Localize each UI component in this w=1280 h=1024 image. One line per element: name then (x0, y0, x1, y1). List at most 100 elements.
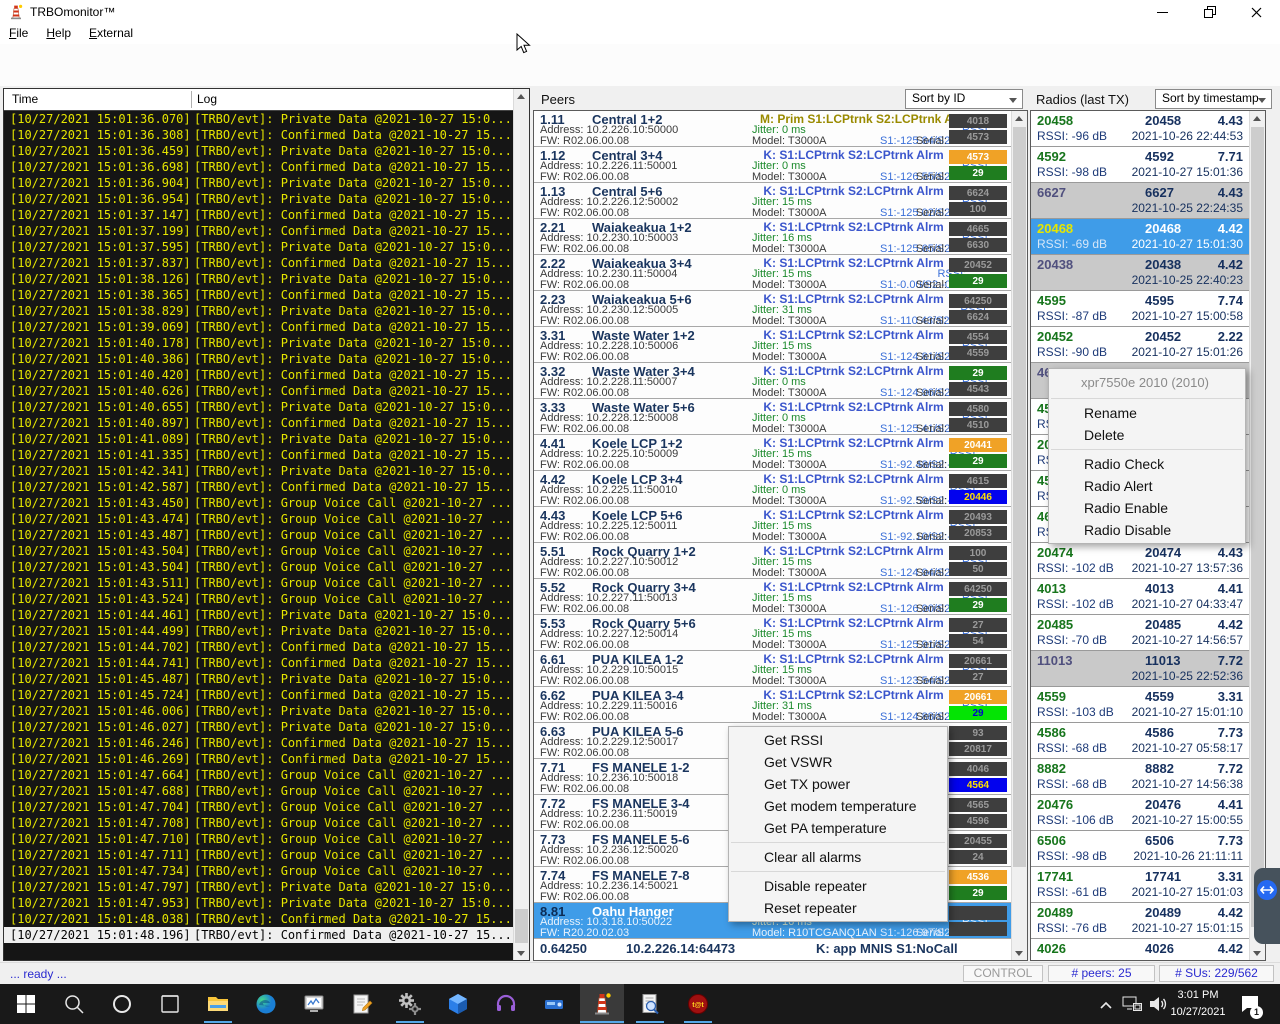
log-row[interactable]: [10/27/2021 15:01:38.829][TRBO/evt]: Pri… (4, 303, 514, 319)
cortana-icon[interactable] (110, 992, 134, 1016)
log-scroll-thumb[interactable] (515, 909, 528, 943)
menu-item-get-vswr[interactable]: Get VSWR (729, 751, 947, 773)
scroll-up-arrow[interactable] (514, 89, 529, 104)
search-icon[interactable] (62, 992, 86, 1016)
peer-row[interactable]: 4.42Koele LCP 3+4K: S1:LCPtrnk S2:LCPtrn… (534, 471, 1027, 507)
radio-row[interactable]: 20452204522.22RSSI: -90 dB2021-10-27 15:… (1031, 327, 1265, 363)
radio-row[interactable]: 402640264.42 (1031, 939, 1265, 961)
menu-help[interactable]: Help (37, 24, 80, 42)
menu-item-disable-repeater[interactable]: Disable repeater (729, 875, 947, 897)
radio-row[interactable]: 888288827.72RSSI: -68 dB2021-10-27 14:56… (1031, 759, 1265, 795)
menu-item-radio-enable[interactable]: Radio Enable (1049, 497, 1245, 519)
radio-tool-icon[interactable] (542, 992, 566, 1016)
log-row[interactable]: [10/27/2021 15:01:36.904][TRBO/evt]: Pri… (4, 175, 514, 191)
tray-clock[interactable]: 3:01 PM 10/27/2021 (1166, 987, 1230, 1021)
menu-item-get-pa-temperature[interactable]: Get PA temperature (729, 817, 947, 839)
peer-row[interactable]: 1.12Central 3+4K: S1:LCPtrnk S2:LCPtrnk … (534, 147, 1027, 183)
peer-row[interactable]: 2.21Waiakeakua 1+2K: S1:LCPtrnk S2:LCPtr… (534, 219, 1027, 255)
remote-control-icon[interactable] (1257, 880, 1277, 900)
radio-row[interactable]: 20458204584.43RSSI: -96 dB2021-10-26 22:… (1031, 111, 1265, 147)
peer-row[interactable]: 3.32Waste Water 3+4K: S1:LCPtrnk S2:LCPt… (534, 363, 1027, 399)
menu-item-radio-disable[interactable]: Radio Disable (1049, 519, 1245, 541)
peer-row[interactable]: 4.41Koele LCP 1+2K: S1:LCPtrnk S2:LCPtrn… (534, 435, 1027, 471)
log-row[interactable]: [10/27/2021 15:01:36.308][TRBO/evt]: Con… (4, 127, 514, 143)
log-row[interactable]: [10/27/2021 15:01:39.069][TRBO/evt]: Con… (4, 319, 514, 335)
task-view-icon[interactable] (158, 992, 182, 1016)
close-button[interactable] (1238, 0, 1274, 24)
log-column-divider[interactable] (191, 91, 192, 108)
radio-row[interactable]: 458645867.73RSSI: -68 dB2021-10-27 05:58… (1031, 723, 1265, 759)
menu-item-clear-all-alarms[interactable]: Clear all alarms (729, 846, 947, 868)
log-row[interactable]: [10/27/2021 15:01:42.587][TRBO/evt]: Con… (4, 479, 514, 495)
file-explorer-icon[interactable] (206, 992, 230, 1016)
log-row[interactable]: [10/27/2021 15:01:46.269][TRBO/evt]: Con… (4, 751, 514, 767)
log-row[interactable]: [10/27/2021 15:01:47.953][TRBO/evt]: Pri… (4, 895, 514, 911)
log-row[interactable]: [10/27/2021 15:01:44.499][TRBO/evt]: Pri… (4, 623, 514, 639)
radio-row[interactable]: 455945593.31RSSI: -103 dB2021-10-27 15:0… (1031, 687, 1265, 723)
scroll-down-arrow[interactable] (514, 945, 529, 960)
menu-item-radio-check[interactable]: Radio Check (1049, 453, 1245, 475)
menu-item-rename[interactable]: Rename (1049, 402, 1245, 424)
edge-icon[interactable] (254, 992, 278, 1016)
log-row[interactable]: [10/27/2021 15:01:41.335][TRBO/evt]: Con… (4, 447, 514, 463)
log-row[interactable]: [10/27/2021 15:01:48.038][TRBO/evt]: Con… (4, 911, 514, 927)
menu-item-get-modem-temperature[interactable]: Get modem temperature (729, 795, 947, 817)
headset-app-icon[interactable] (494, 992, 518, 1016)
peers-scroll-thumb[interactable] (1013, 127, 1026, 867)
log-row[interactable]: [10/27/2021 15:01:38.365][TRBO/evt]: Con… (4, 287, 514, 303)
log-row[interactable]: [10/27/2021 15:01:37.837][TRBO/evt]: Con… (4, 255, 514, 271)
log-row[interactable]: [10/27/2021 15:01:36.698][TRBO/evt]: Con… (4, 159, 514, 175)
log-row[interactable]: [10/27/2021 15:01:47.797][TRBO/evt]: Pri… (4, 879, 514, 895)
log-row[interactable]: [10/27/2021 15:01:40.420][TRBO/evt]: Con… (4, 367, 514, 383)
peer-row[interactable]: 3.31Waste Water 1+2K: S1:LCPtrnk S2:LCPt… (534, 327, 1027, 363)
peers-scrollbar[interactable] (1011, 111, 1027, 960)
radio-row[interactable]: 401340134.41RSSI: -102 dB2021-10-27 04:3… (1031, 579, 1265, 615)
log-row[interactable]: [10/27/2021 15:01:38.126][TRBO/evt]: Pri… (4, 271, 514, 287)
log-row[interactable]: [10/27/2021 15:01:36.459][TRBO/evt]: Pri… (4, 143, 514, 159)
peer-row[interactable]: 5.52Rock Quarry 3+4K: S1:LCPtrnk S2:LCPt… (534, 579, 1027, 615)
network-icon[interactable] (1120, 992, 1144, 1016)
log-row[interactable]: [10/27/2021 15:01:36.070][TRBO/evt]: Pri… (4, 111, 514, 127)
log-row[interactable]: [10/27/2021 15:01:40.626][TRBO/evt]: Con… (4, 383, 514, 399)
peer-row[interactable]: 2.23Waiakeakua 5+6K: S1:LCPtrnk S2:LCPtr… (534, 291, 1027, 327)
log-row[interactable]: [10/27/2021 15:01:37.147][TRBO/evt]: Con… (4, 207, 514, 223)
log-row[interactable]: [10/27/2021 15:01:43.524][TRBO/evt]: Gro… (4, 591, 514, 607)
log-row[interactable]: [10/27/2021 15:01:44.741][TRBO/evt]: Con… (4, 655, 514, 671)
log-row[interactable]: [10/27/2021 15:01:48.196][TRBO/evt]: Con… (4, 927, 514, 943)
minimize-button[interactable] (1144, 0, 1180, 24)
log-row[interactable]: [10/27/2021 15:01:47.664][TRBO/evt]: Gro… (4, 767, 514, 783)
restore-button[interactable] (1192, 0, 1228, 24)
log-row[interactable]: [10/27/2021 15:01:41.089][TRBO/evt]: Pri… (4, 431, 514, 447)
log-row[interactable]: [10/27/2021 15:01:43.474][TRBO/evt]: Gro… (4, 511, 514, 527)
radio-row[interactable]: 662766274.432021-10-25 22:24:35 (1031, 183, 1265, 219)
peer-row[interactable]: 2.22Waiakeakua 3+4K: S1:LCPtrnk S2:LCPtr… (534, 255, 1027, 291)
menu-item-radio-alert[interactable]: Radio Alert (1049, 475, 1245, 497)
notes-icon[interactable] (350, 992, 374, 1016)
log-row[interactable]: [10/27/2021 15:01:42.341][TRBO/evt]: Pri… (4, 463, 514, 479)
log-row[interactable]: [10/27/2021 15:01:37.199][TRBO/evt]: Con… (4, 223, 514, 239)
log-row[interactable]: [10/27/2021 15:01:40.897][TRBO/evt]: Con… (4, 415, 514, 431)
scroll-down-arrow[interactable] (1250, 945, 1265, 960)
radios-scroll-thumb[interactable] (1251, 127, 1264, 927)
radio-row[interactable]: 650665067.73RSSI: -98 dB2021-10-26 21:11… (1031, 831, 1265, 867)
trbomonitor-icon[interactable] (590, 992, 614, 1016)
log-row[interactable]: [10/27/2021 15:01:46.246][TRBO/evt]: Con… (4, 735, 514, 751)
log-row[interactable]: [10/27/2021 15:01:43.504][TRBO/evt]: Gro… (4, 559, 514, 575)
peer-row[interactable]: 1.13Central 5+6K: S1:LCPtrnk S2:LCPtrnk … (534, 183, 1027, 219)
menu-item-get-tx-power[interactable]: Get TX power (729, 773, 947, 795)
radio-row[interactable]: 459545957.74RSSI: -87 dB2021-10-27 15:00… (1031, 291, 1265, 327)
menu-item-delete[interactable]: Delete (1049, 424, 1245, 446)
log-row[interactable]: [10/27/2021 15:01:43.450][TRBO/evt]: Gro… (4, 495, 514, 511)
log-row[interactable]: [10/27/2021 15:01:43.487][TRBO/evt]: Gro… (4, 527, 514, 543)
radio-row[interactable]: 20476204764.41RSSI: -106 dB2021-10-27 15… (1031, 795, 1265, 831)
peer-row[interactable]: 4.43Koele LCP 5+6K: S1:LCPtrnk S2:LCPtrn… (534, 507, 1027, 543)
log-row[interactable]: [10/27/2021 15:01:40.178][TRBO/evt]: Pri… (4, 335, 514, 351)
peer-row[interactable]: 5.53Rock Quarry 5+6K: S1:LCPtrnk S2:LCPt… (534, 615, 1027, 651)
log-viewer-icon[interactable] (638, 992, 662, 1016)
peer-row-mnis[interactable]: 0.6425010.2.226.14:64473K: app MNIS S1:N… (534, 939, 1027, 959)
log-row[interactable]: [10/27/2021 15:01:47.708][TRBO/evt]: Gro… (4, 815, 514, 831)
log-row[interactable]: [10/27/2021 15:01:43.504][TRBO/evt]: Gro… (4, 543, 514, 559)
log-row[interactable]: [10/27/2021 15:01:40.655][TRBO/evt]: Pri… (4, 399, 514, 415)
log-row[interactable]: [10/27/2021 15:01:47.711][TRBO/evt]: Gro… (4, 847, 514, 863)
log-row[interactable]: [10/27/2021 15:01:47.688][TRBO/evt]: Gro… (4, 783, 514, 799)
